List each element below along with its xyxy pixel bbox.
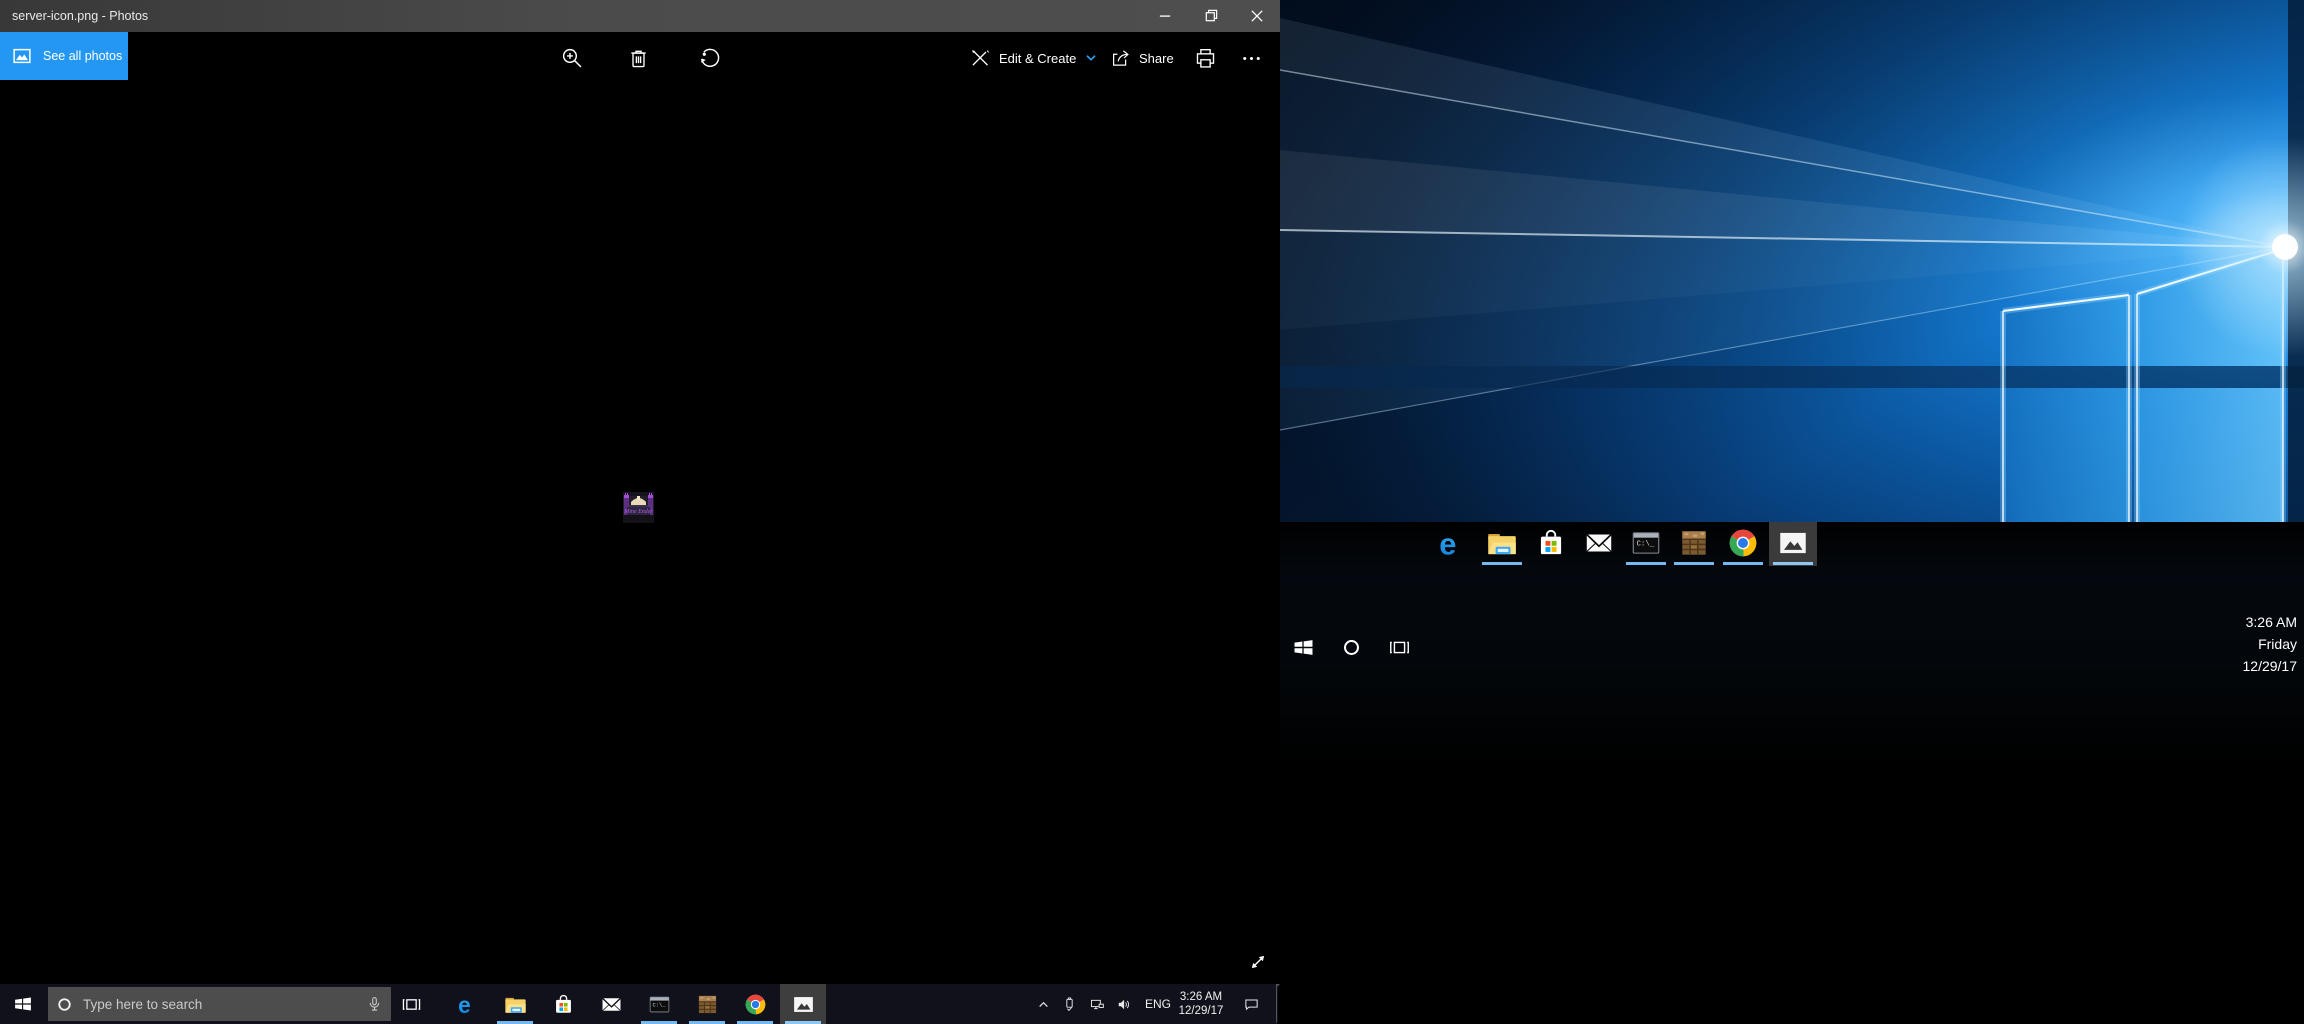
restore-icon	[1196, 1, 1226, 31]
tray-usb-device[interactable]	[1056, 984, 1082, 1024]
magnified-clock-date: 12/29/17	[2243, 655, 2298, 677]
taskbar-icon-chrome[interactable]	[732, 984, 778, 1024]
running-indicator	[1773, 562, 1813, 565]
action-center-icon	[1242, 995, 1261, 1014]
task-view-button[interactable]	[389, 984, 433, 1024]
taskbar-icon-minecraft[interactable]	[684, 984, 730, 1024]
taskbar-icon-mail[interactable]	[588, 984, 634, 1024]
magnified-taskbar-icon-edge[interactable]: e	[1428, 522, 1476, 566]
tray-overflow-button[interactable]	[1030, 984, 1056, 1024]
zoom-button[interactable]	[555, 41, 589, 75]
chevron-up-icon	[1034, 995, 1053, 1014]
magnified-taskbar-icon-mail[interactable]	[1575, 522, 1623, 566]
network-icon	[1087, 995, 1106, 1014]
svg-text:e: e	[1439, 526, 1456, 559]
action-center-button[interactable]	[1236, 984, 1266, 1024]
photos-gallery-icon	[10, 44, 34, 68]
magnified-taskbar-icon-store[interactable]	[1527, 522, 1575, 566]
tray-volume[interactable]	[1110, 984, 1136, 1024]
running-indicator	[1626, 562, 1666, 565]
microphone-icon[interactable]	[364, 994, 385, 1015]
delete-button[interactable]	[621, 41, 655, 75]
magnified-start-button[interactable]	[1288, 630, 1318, 664]
taskbar-clock[interactable]: 3:26 AM 12/29/17	[1176, 984, 1226, 1024]
magnified-taskbar-icon-minecraft[interactable]	[1670, 522, 1718, 566]
share-label: Share	[1139, 51, 1174, 66]
magnified-clock-day: Friday	[2243, 633, 2298, 655]
photo-server-icon: Mine Ender	[623, 492, 654, 523]
magnified-taskbar-icon-chrome[interactable]	[1719, 522, 1767, 566]
edit-create-button[interactable]: Edit & Create	[968, 41, 1099, 75]
taskbar-icon-command-prompt[interactable]: C:\_	[636, 984, 682, 1024]
taskbar-icon-photos[interactable]	[780, 984, 826, 1024]
taskbar-icon-file-explorer[interactable]	[492, 984, 538, 1024]
start-button[interactable]	[0, 984, 46, 1024]
search-input[interactable]	[81, 996, 358, 1013]
magnified-cortana-button[interactable]	[1336, 630, 1366, 664]
screen: server-icon.png - Photos	[0, 0, 2304, 1024]
magnified-taskbar-apps: e C:\_	[1280, 522, 2304, 566]
show-desktop-button[interactable]	[1276, 984, 1280, 1024]
cmd-prompt-text: C:\_	[652, 1001, 666, 1008]
running-indicator	[1674, 562, 1714, 565]
magnified-clock-time: 3:26 AM	[2243, 611, 2298, 633]
svg-text:e: e	[458, 992, 471, 1017]
running-indicator	[1482, 562, 1522, 565]
taskbar-clock-date: 12/29/17	[1179, 1004, 1224, 1018]
zoom-in-icon	[559, 45, 586, 72]
close-button[interactable]	[1234, 0, 1280, 32]
restore-button[interactable]	[1188, 0, 1234, 32]
taskbar-search[interactable]	[48, 987, 391, 1021]
minimize-icon	[1150, 1, 1180, 31]
rotate-button[interactable]	[691, 41, 725, 75]
usb-device-icon	[1060, 995, 1079, 1014]
language-indicator[interactable]: ENG	[1140, 984, 1176, 1024]
see-all-photos-button[interactable]: See all photos	[0, 32, 128, 80]
desktop-wallpaper	[1280, 0, 2304, 522]
cortana-ring-icon	[54, 994, 75, 1015]
magnified-taskbar-icon-photos[interactable]	[1769, 522, 1817, 566]
titlebar[interactable]: server-icon.png - Photos	[0, 0, 1280, 32]
close-icon	[1242, 1, 1272, 31]
edit-pens-icon	[968, 46, 992, 70]
magnified-task-view-button[interactable]	[1384, 630, 1414, 664]
see-all-photos-label: See all photos	[43, 49, 122, 63]
taskbar: e C:\_ ENG 3:26 AM	[0, 984, 1280, 1024]
taskbar-icon-store[interactable]	[540, 984, 586, 1024]
print-button[interactable]	[1192, 41, 1219, 75]
chevron-down-icon	[1083, 50, 1099, 66]
edit-create-label: Edit & Create	[999, 51, 1076, 66]
rotate-icon	[695, 45, 722, 72]
trash-icon	[625, 45, 652, 72]
tray-network[interactable]	[1083, 984, 1109, 1024]
expand-diagonal-icon	[1245, 949, 1271, 975]
photos-app-window: server-icon.png - Photos	[0, 0, 1280, 984]
cmd-prompt-text: C:\_	[1636, 540, 1654, 548]
running-indicator	[1723, 562, 1763, 565]
share-icon	[1108, 46, 1132, 70]
speaker-icon	[1114, 995, 1133, 1014]
taskbar-icon-edge[interactable]: e	[444, 984, 490, 1024]
printer-icon	[1192, 45, 1219, 72]
magnified-taskbar-icon-command-prompt[interactable]: C:\_	[1622, 522, 1670, 566]
desktop-area: e C:\_ 3:26 AM Friday 12/29/17	[1280, 0, 2304, 1024]
windows-hero-wallpaper	[1280, 0, 2304, 522]
ellipsis-icon	[1238, 45, 1265, 72]
magnified-taskbar-icon-file-explorer[interactable]	[1478, 522, 1526, 566]
server-icon-script-text: Mine Ender	[623, 509, 653, 515]
share-button[interactable]: Share	[1108, 41, 1174, 75]
magnified-clock: 3:26 AM Friday 12/29/17	[2243, 611, 2298, 677]
window-title: server-icon.png - Photos	[12, 0, 148, 32]
more-button[interactable]	[1238, 41, 1265, 75]
fullscreen-button[interactable]	[1245, 949, 1271, 975]
window-controls	[1142, 0, 1280, 32]
server-icon-image: Mine Ender	[623, 492, 654, 523]
minimize-button[interactable]	[1142, 0, 1188, 32]
taskbar-clock-time: 3:26 AM	[1180, 990, 1222, 1004]
